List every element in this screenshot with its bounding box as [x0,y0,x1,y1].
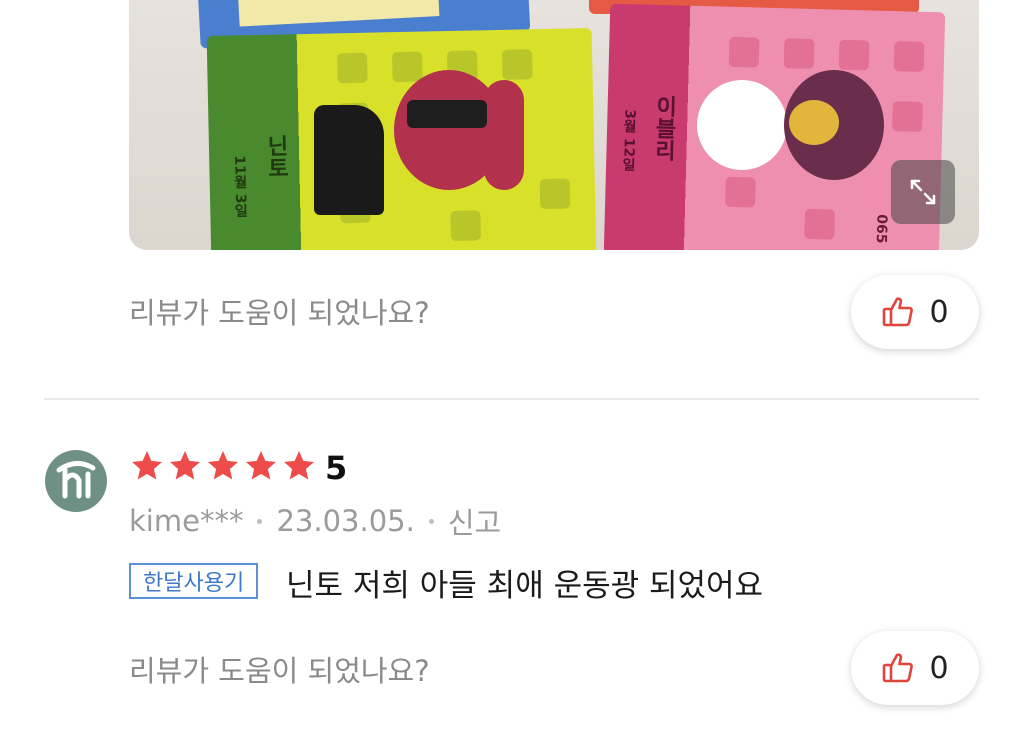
shadow-character [314,105,384,215]
review-author: kime*** [129,504,244,538]
star-icon [132,451,162,480]
card-right-name: 이블리 [650,94,677,162]
review-divider [44,398,979,400]
review-photo[interactable]: 닌토 11월 3일 이블리 3월 12일 065 [129,0,979,250]
review-date: 23.03.05. [276,504,415,538]
report-link[interactable]: 신고 [448,500,501,542]
star-icon [246,451,276,480]
card-right-date: 3월 12일 [619,108,638,172]
meta-separator [257,518,263,524]
helpful-question: 리뷰가 도움이 되었나요? [129,654,430,688]
rabbit-character [394,70,504,190]
rabbit-mask [407,100,487,128]
thumbs-up-icon [883,297,914,327]
helpful-question: 리뷰가 도움이 되었나요? [129,296,430,330]
review-meta: kime*** 23.03.05. 신고 [129,500,501,542]
star-icon [170,451,200,480]
expand-photo-button[interactable] [891,160,955,224]
meta-separator [428,518,434,524]
review-body: 닌토 저희 아들 최애 운동광 되었어요 [286,568,764,604]
review-tag: 한달사용기 [129,563,259,599]
card-left-name: 닌토 [262,134,289,179]
thumbs-up-icon [883,653,914,683]
like-button[interactable]: 0 [851,275,979,349]
rating-value: 5 [325,449,348,487]
bird-beak [789,100,839,145]
bird-character-body [697,80,787,170]
card-left-date: 11월 3일 [231,155,249,218]
like-count: 0 [929,294,949,330]
like-button[interactable]: 0 [851,631,979,705]
star-icon [284,451,314,480]
avatar [45,450,107,512]
avatar-logo-icon [56,461,96,499]
expand-icon [910,179,936,205]
card-right-number: 065 [872,214,890,244]
like-count: 0 [929,650,949,686]
rating-stars [129,448,317,484]
star-icon [208,451,238,480]
